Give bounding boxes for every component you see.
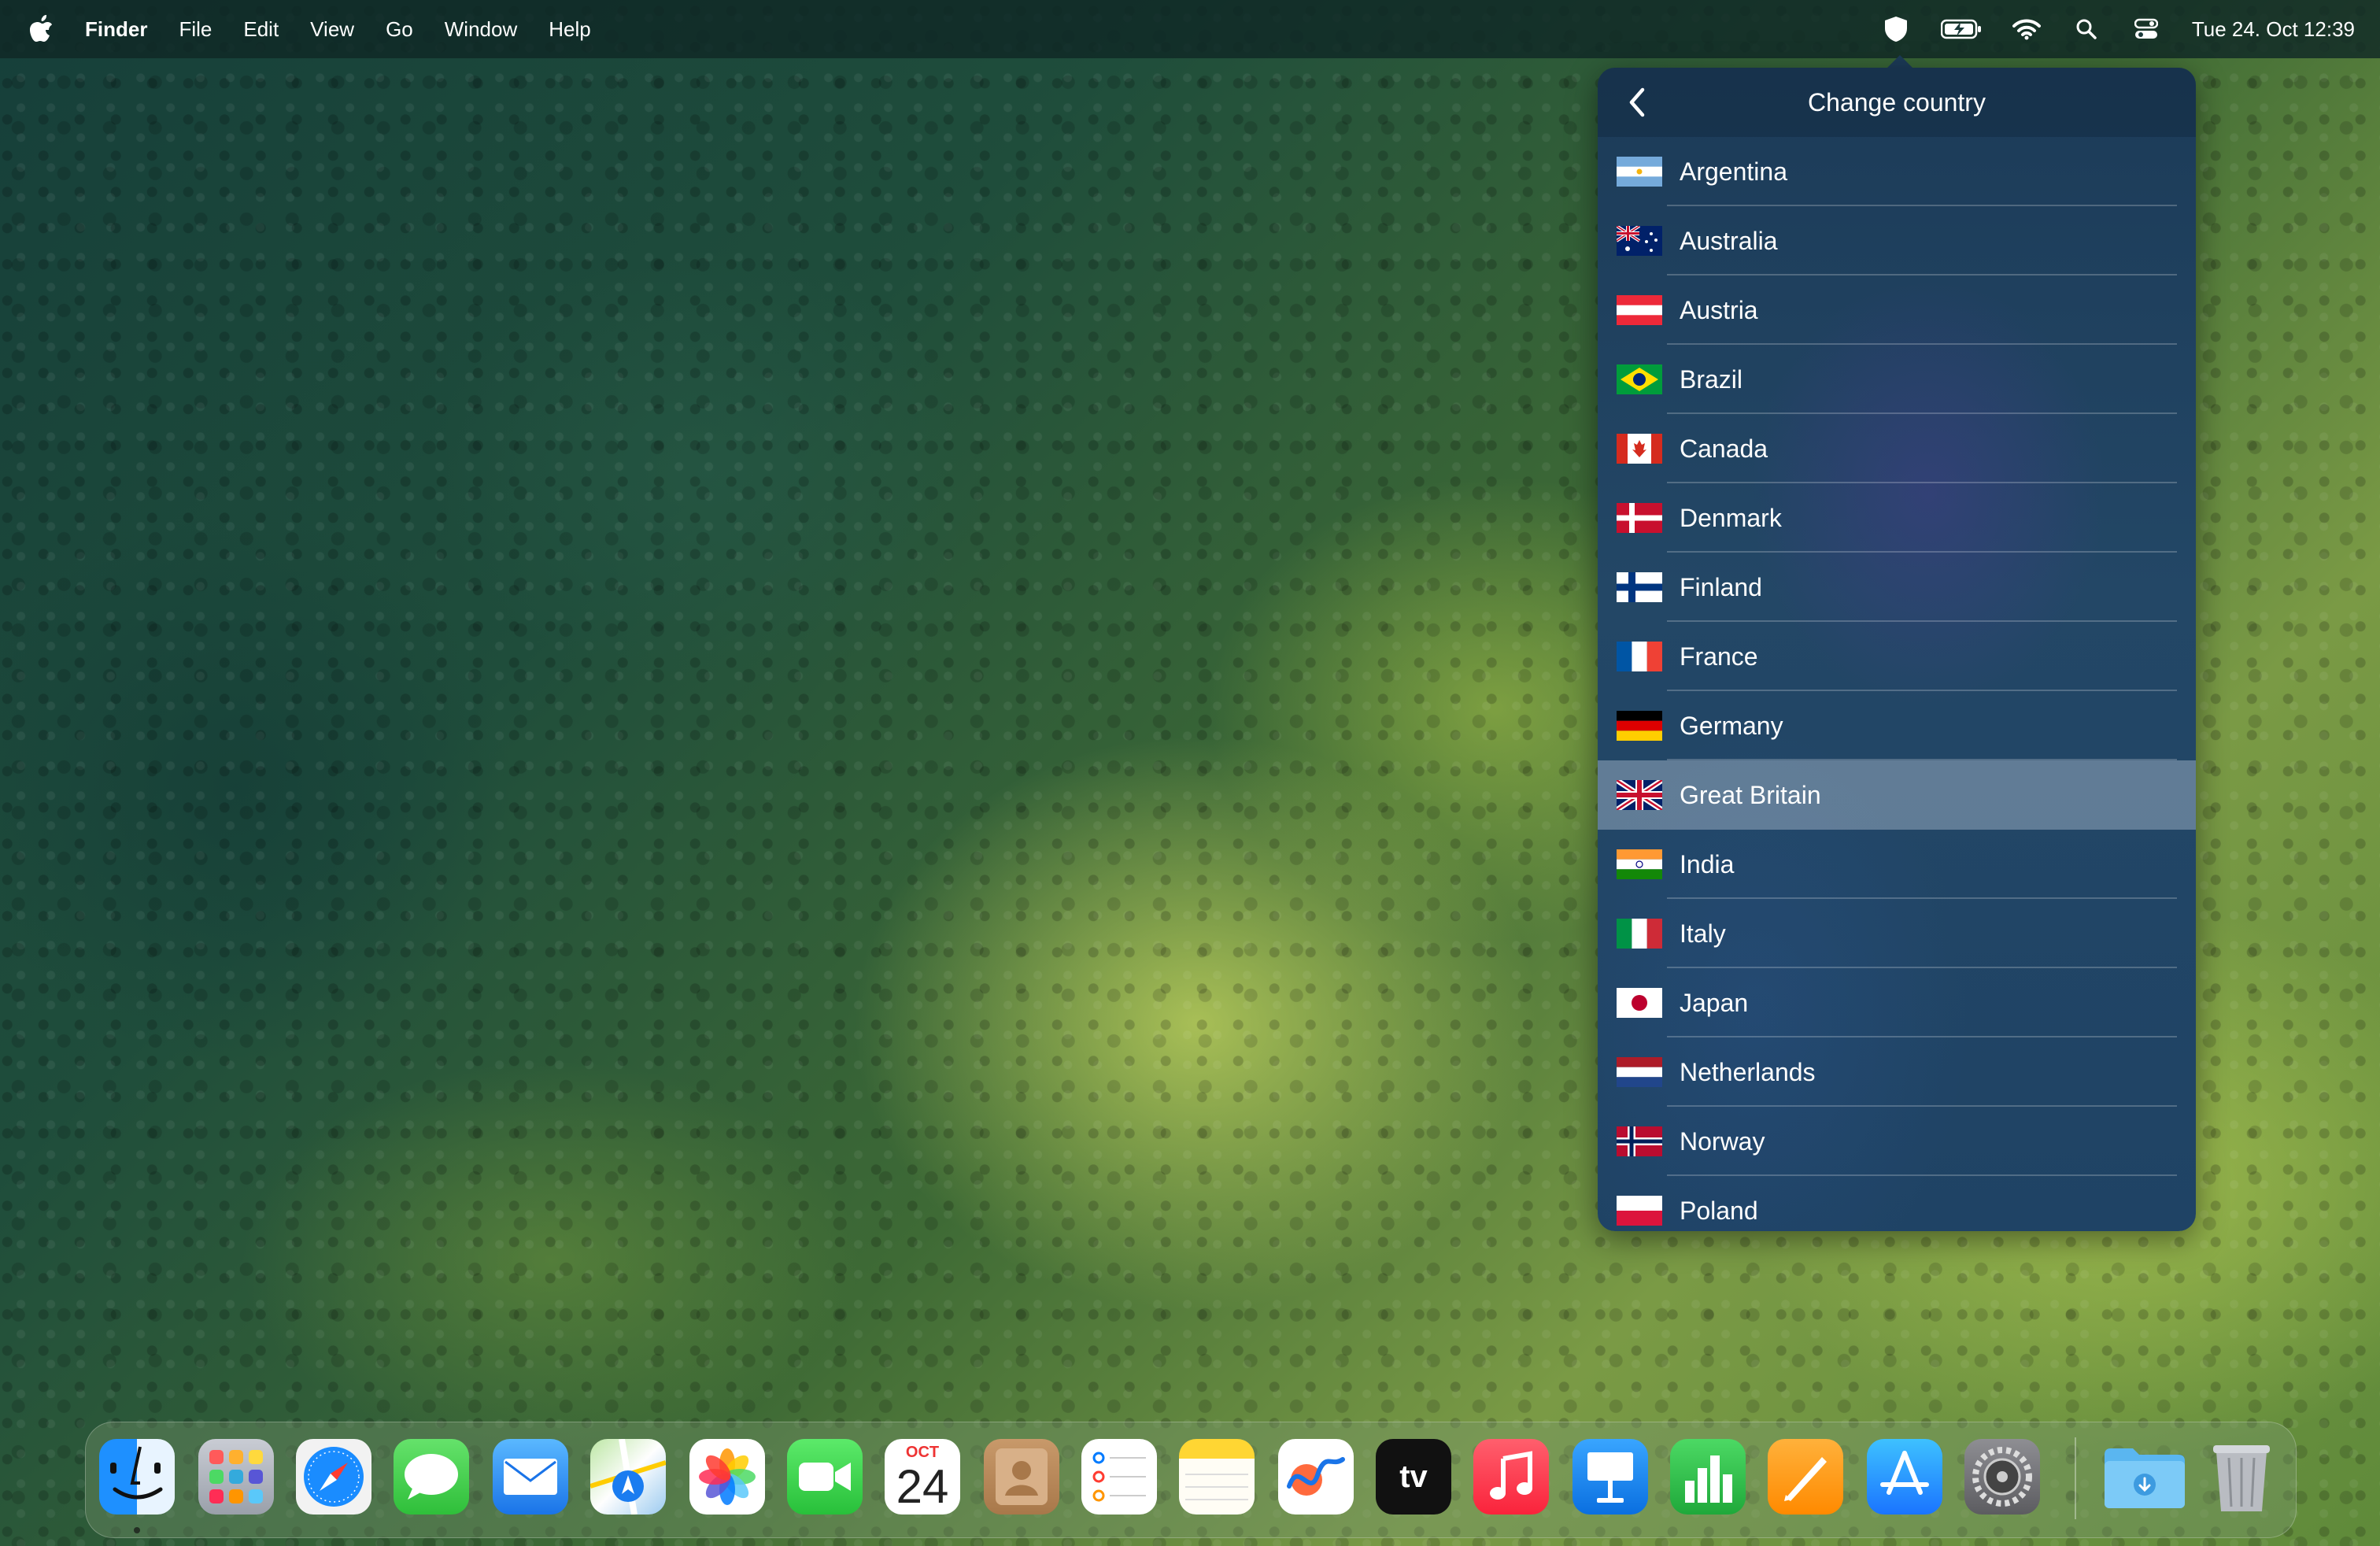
launchpad-icon[interactable] (198, 1439, 274, 1515)
change-country-popover: Change country Argentina Australia Austr… (1598, 68, 2196, 1231)
country-row-denmark[interactable]: Denmark (1598, 483, 2196, 553)
country-label: Japan (1680, 988, 1749, 1017)
menu-window[interactable]: Window (445, 17, 517, 42)
netherlands-flag-icon (1617, 1057, 1662, 1087)
denmark-flag-icon (1617, 503, 1662, 533)
calendar-day-label: 24 (896, 1460, 949, 1513)
france-flag-icon (1617, 642, 1662, 671)
numbers-icon[interactable] (1670, 1439, 1746, 1515)
menu-file[interactable]: File (179, 17, 212, 42)
spotlight-search-icon[interactable] (2071, 13, 2102, 45)
facetime-icon[interactable] (787, 1439, 863, 1515)
country-row-great-britain[interactable]: Great Britain (1598, 760, 2196, 830)
popover-title: Change country (1808, 87, 1986, 117)
trash-icon[interactable] (2204, 1439, 2279, 1515)
country-row-norway[interactable]: Norway (1598, 1107, 2196, 1176)
country-row-japan[interactable]: Japan (1598, 968, 2196, 1037)
menu-go[interactable]: Go (386, 17, 413, 42)
menu-edit[interactable]: Edit (243, 17, 279, 42)
brazil-flag-icon (1617, 364, 1662, 394)
control-center-icon[interactable] (2131, 13, 2162, 45)
country-row-argentina[interactable]: Argentina (1598, 137, 2196, 206)
germany-flag-icon (1617, 711, 1662, 741)
india-flag-icon (1617, 849, 1662, 879)
back-button[interactable] (1621, 87, 1653, 118)
country-label: Austria (1680, 295, 1758, 324)
country-label: Italy (1680, 919, 1726, 948)
country-list: Argentina Australia Austria Brazil Canad… (1598, 137, 2196, 1231)
poland-flag-icon (1617, 1196, 1662, 1226)
menu-help[interactable]: Help (549, 17, 590, 42)
app-store-icon[interactable] (1867, 1439, 1942, 1515)
tv-label: tv (1399, 1459, 1428, 1494)
popover-header: Change country (1598, 68, 2196, 137)
vpn-shield-icon[interactable] (1880, 13, 1912, 45)
australia-flag-icon (1617, 226, 1662, 256)
country-row-finland[interactable]: Finland (1598, 553, 2196, 622)
great-britain-flag-icon (1617, 780, 1662, 810)
country-row-germany[interactable]: Germany (1598, 691, 2196, 760)
photos-icon[interactable] (689, 1439, 765, 1515)
country-row-italy[interactable]: Italy (1598, 899, 2196, 968)
country-label: Poland (1680, 1196, 1758, 1225)
reminders-icon[interactable] (1081, 1439, 1157, 1515)
country-row-brazil[interactable]: Brazil (1598, 345, 2196, 414)
austria-flag-icon (1617, 295, 1662, 325)
country-row-poland[interactable]: Poland (1598, 1176, 2196, 1231)
keynote-icon[interactable] (1572, 1439, 1648, 1515)
country-row-india[interactable]: India (1598, 830, 2196, 899)
system-settings-icon[interactable] (1964, 1439, 2040, 1515)
apple-logo-icon[interactable] (28, 14, 54, 44)
country-row-australia[interactable]: Australia (1598, 206, 2196, 276)
wifi-icon[interactable] (2011, 13, 2042, 45)
country-label: Finland (1680, 572, 1762, 601)
country-label: Canada (1680, 434, 1768, 463)
menu-bar: Finder File Edit View Go Window Help Tue… (0, 0, 2380, 58)
canada-flag-icon (1617, 434, 1662, 464)
country-label: India (1680, 849, 1735, 878)
popover-caret (1887, 55, 1913, 68)
battery-charging-icon[interactable] (1940, 13, 1983, 45)
country-label: Norway (1680, 1126, 1765, 1156)
country-label: Brazil (1680, 364, 1743, 394)
downloads-folder-icon[interactable] (2101, 1439, 2188, 1515)
japan-flag-icon (1617, 988, 1662, 1018)
country-row-canada[interactable]: Canada (1598, 414, 2196, 483)
country-row-netherlands[interactable]: Netherlands (1598, 1037, 2196, 1107)
argentina-flag-icon (1617, 157, 1662, 187)
finland-flag-icon (1617, 572, 1662, 602)
country-label: Denmark (1680, 503, 1782, 532)
country-label: Great Britain (1680, 780, 1821, 809)
menubar-clock[interactable]: Tue 24. Oct 12:39 (2192, 17, 2355, 42)
apple-tv-icon[interactable]: tv (1376, 1439, 1451, 1515)
country-label: Netherlands (1680, 1057, 1816, 1086)
country-label: France (1680, 642, 1758, 671)
country-row-france[interactable]: France (1598, 622, 2196, 691)
country-label: Germany (1680, 711, 1783, 740)
finder-icon[interactable] (99, 1439, 175, 1515)
dock-divider (2075, 1437, 2076, 1519)
notes-icon[interactable] (1179, 1439, 1255, 1515)
maps-icon[interactable] (590, 1439, 666, 1515)
menu-view[interactable]: View (310, 17, 354, 42)
music-icon[interactable] (1473, 1439, 1549, 1515)
country-row-austria[interactable]: Austria (1598, 276, 2196, 345)
italy-flag-icon (1617, 919, 1662, 949)
contacts-icon[interactable] (984, 1439, 1059, 1515)
pages-icon[interactable] (1768, 1439, 1843, 1515)
messages-icon[interactable] (394, 1439, 469, 1515)
chevron-left-icon (1629, 87, 1645, 117)
calendar-icon[interactable]: OCT 24 (885, 1439, 960, 1515)
mail-icon[interactable] (493, 1439, 568, 1515)
norway-flag-icon (1617, 1126, 1662, 1156)
country-label: Argentina (1680, 157, 1787, 186)
freeform-icon[interactable] (1278, 1439, 1354, 1515)
finder-running-indicator (134, 1527, 140, 1533)
app-menu-finder[interactable]: Finder (85, 17, 147, 42)
country-label: Australia (1680, 226, 1778, 255)
safari-icon[interactable] (296, 1439, 371, 1515)
